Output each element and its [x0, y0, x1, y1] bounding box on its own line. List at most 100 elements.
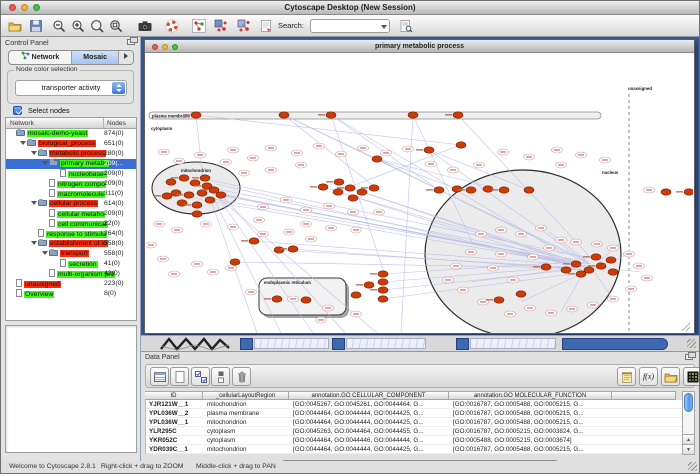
network-node-selected[interactable] — [279, 112, 289, 118]
network-node-selected[interactable] — [333, 189, 343, 195]
network-node-selected[interactable] — [378, 271, 388, 277]
tree-row[interactable]: unassigned223(0) — [6, 279, 136, 289]
annotation-button[interactable] — [257, 18, 276, 35]
network-node-selected[interactable] — [576, 271, 586, 277]
zoom-in-button[interactable] — [69, 18, 88, 35]
help-button[interactable] — [163, 18, 182, 35]
network-node-selected[interactable] — [661, 189, 671, 195]
tree-row[interactable]: biological_process651(0) — [6, 139, 136, 149]
expand-arrow-icon[interactable] — [19, 139, 27, 149]
zoom-button[interactable] — [33, 4, 40, 11]
zoom-fit-button[interactable] — [107, 18, 126, 35]
network-node-selected[interactable] — [369, 185, 379, 191]
expand-arrow-icon[interactable] — [30, 149, 38, 159]
table-row[interactable]: YDR039C__1mitochondrion[GO:0044464, GO:0… — [146, 445, 682, 454]
table-row[interactable]: YKR052Ccytoplasm[GO:0044464, GO:0044446,… — [146, 436, 682, 445]
network-node-selected[interactable] — [456, 142, 466, 148]
expand-arrow-icon[interactable] — [41, 249, 49, 259]
tree-row[interactable]: mosaic-demo-yeast874(0) — [6, 129, 136, 139]
network-node-selected[interactable] — [216, 192, 226, 198]
tree-column-nodes[interactable]: Nodes — [103, 118, 126, 129]
network-node-selected[interactable] — [596, 263, 606, 269]
select-arrows-icon[interactable] — [112, 82, 125, 94]
network-node-selected[interactable] — [466, 187, 476, 193]
network-node-selected[interactable] — [274, 247, 284, 253]
table-column-header[interactable]: annotation.GO CELLULAR_COMPONENT — [289, 391, 449, 400]
scrollbar-thumb[interactable] — [684, 393, 693, 412]
app-resize-grip[interactable] — [688, 462, 697, 471]
network-node-selected[interactable] — [357, 189, 367, 195]
table-column-header[interactable]: _cellularLayoutRegion — [203, 391, 289, 400]
minimized-window-icon[interactable] — [456, 338, 469, 350]
expand-arrow-icon[interactable] — [30, 199, 38, 209]
network-node-selected[interactable] — [364, 282, 374, 288]
network-node-selected[interactable] — [494, 297, 504, 303]
network-node-selected[interactable] — [162, 193, 172, 199]
import-attributes-button[interactable] — [661, 367, 680, 386]
network-node-selected[interactable] — [424, 147, 434, 153]
network-node-selected[interactable] — [301, 297, 311, 303]
table-column-header[interactable]: ID — [145, 391, 203, 400]
network-node-selected[interactable] — [179, 175, 189, 181]
network-node-selected[interactable] — [434, 187, 444, 193]
tree-row[interactable]: Overview8(0) — [6, 289, 136, 299]
tree-row[interactable]: secretion41(0) — [6, 259, 136, 269]
tree-column-network[interactable]: Network — [10, 118, 34, 129]
network-node-selected[interactable] — [499, 187, 509, 193]
background-window-thumbnail[interactable] — [254, 338, 329, 349]
overview-window-thumbnail[interactable] — [159, 336, 233, 352]
minimize-button[interactable] — [21, 4, 28, 11]
network-node-selected[interactable] — [524, 187, 534, 193]
network-node-selected[interactable] — [608, 269, 618, 275]
tree-row[interactable]: cellular metabo209(0) — [6, 209, 136, 219]
network-node-selected[interactable] — [606, 257, 616, 263]
network-node-selected[interactable] — [453, 112, 463, 118]
inner-zoom-button[interactable] — [172, 44, 178, 50]
tree-row[interactable]: response to stimulu264(0) — [6, 229, 136, 239]
window-resize-grip[interactable] — [687, 339, 696, 348]
open-file-button[interactable] — [6, 18, 25, 35]
tree-row[interactable]: cellular process614(0) — [6, 199, 136, 209]
network-node-selected[interactable] — [351, 292, 361, 298]
network-node-selected[interactable] — [318, 184, 328, 190]
minimized-window-icon[interactable] — [332, 338, 345, 350]
zoom-selected-button[interactable] — [88, 18, 107, 35]
table-row[interactable]: YJR121W__1mitochondrion[GO:0045267, GO:0… — [146, 400, 682, 409]
network-node-selected[interactable] — [272, 296, 282, 302]
background-window-thumbnail[interactable] — [346, 338, 426, 349]
tree-row[interactable]: primary metabo209(... — [6, 159, 136, 169]
network-node-selected[interactable] — [209, 187, 219, 193]
background-window-thumbnail[interactable] — [470, 338, 556, 349]
snapshot-button[interactable] — [136, 18, 155, 35]
close-button[interactable] — [9, 4, 16, 11]
zoom-out-button[interactable] — [50, 18, 69, 35]
create-view-button[interactable] — [212, 18, 231, 35]
network-node-selected[interactable] — [249, 238, 259, 244]
network-node-selected[interactable] — [230, 259, 240, 265]
network-node-selected[interactable] — [378, 287, 388, 293]
network-node-selected[interactable] — [345, 185, 355, 191]
new-attribute-button[interactable] — [170, 367, 189, 386]
network-node-selected[interactable] — [192, 202, 202, 208]
tree-row[interactable]: nitrogen compo209(0) — [6, 179, 136, 189]
table-column-blank[interactable] — [612, 391, 676, 400]
tree-row[interactable]: transport558(0) — [6, 249, 136, 259]
search-input[interactable] — [310, 19, 390, 33]
unselect-attributes-button[interactable] — [211, 367, 230, 386]
table-row[interactable]: YPL036W__2plasma membrane[GO:0044464, GO… — [146, 409, 682, 418]
network-node-selected[interactable] — [571, 261, 581, 267]
save-button[interactable] — [27, 18, 46, 35]
network-node-selected[interactable] — [166, 179, 176, 185]
network-node-selected[interactable] — [516, 291, 526, 297]
network-node-selected[interactable] — [205, 197, 215, 203]
expand-arrow-icon[interactable] — [30, 239, 38, 249]
network-node-selected[interactable] — [288, 246, 298, 252]
tab-network[interactable]: Network — [9, 51, 72, 64]
inner-close-button[interactable] — [152, 44, 158, 50]
table-row[interactable]: YPL036W__1mitochondrion[GO:0044464, GO:0… — [146, 418, 682, 427]
node-color-select[interactable]: transporter activity — [15, 80, 127, 96]
inner-minimize-button[interactable] — [162, 44, 168, 50]
network-node-selected[interactable] — [192, 211, 202, 217]
float-panel-icon[interactable] — [127, 39, 135, 45]
table-column-header[interactable]: annotation.GO MOLECULAR_FUNCTION — [449, 391, 612, 400]
